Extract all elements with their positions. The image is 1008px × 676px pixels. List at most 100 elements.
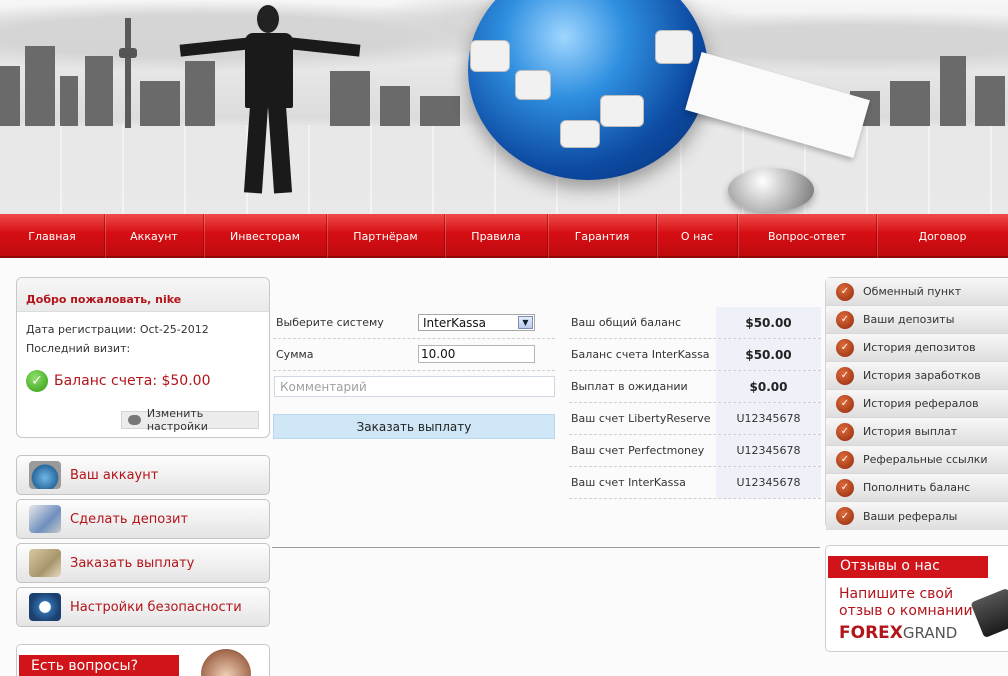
reviews-line-2: отзыв о комнании <box>839 603 973 619</box>
right-menu-label: Ваши рефералы <box>863 509 958 523</box>
right-menu-item-referrals[interactable]: ✓ Ваши рефералы <box>826 502 1008 530</box>
puzzle-piece <box>560 120 600 148</box>
chevron-down-icon: ▼ <box>518 316 533 329</box>
businessman-figure <box>179 5 361 195</box>
check-icon: ✓ <box>836 450 854 469</box>
nav-item-partners[interactable]: Партнёрам <box>327 214 445 258</box>
city-building <box>140 81 180 126</box>
tv-tower <box>119 18 137 128</box>
right-menu-item-earnings-history[interactable]: ✓ История заработков <box>826 362 1008 390</box>
nav-item-about[interactable]: О нас <box>657 214 738 258</box>
check-icon: ✓ <box>836 338 854 357</box>
city-building <box>25 46 55 126</box>
check-icon: ✓ <box>836 310 854 329</box>
city-building <box>380 86 410 126</box>
stat-row: Ваш счет LibertyReserve U12345678 <box>569 403 821 435</box>
right-menu-label: История заработков <box>863 369 981 382</box>
check-icon: ✓ <box>836 366 854 385</box>
comment-input[interactable]: Комментарий <box>274 376 555 397</box>
puzzle-piece <box>600 95 644 127</box>
change-settings-button[interactable]: Изменить настройки <box>121 407 259 433</box>
right-menu-item-deposit-history[interactable]: ✓ История депозитов <box>826 334 1008 362</box>
system-select-value: InterKassa <box>423 316 487 330</box>
security-settings-button[interactable]: Настройки безопасности <box>16 587 270 627</box>
city-building <box>85 56 113 126</box>
nav-item-contract[interactable]: Договор <box>877 214 1008 258</box>
check-icon: ✓ <box>26 370 48 392</box>
city-building <box>60 76 78 126</box>
system-select[interactable]: InterKassa ▼ <box>418 314 535 331</box>
stat-label: Выплат в ожидании <box>571 380 688 393</box>
nav-item-account[interactable]: Аккаунт <box>105 214 204 258</box>
house-icon <box>29 461 61 489</box>
check-icon: ✓ <box>836 282 854 301</box>
nav-item-rules[interactable]: Правила <box>445 214 548 258</box>
last-visit: Последний визит: <box>26 342 131 355</box>
questions-tag: Есть вопросы? <box>19 655 179 676</box>
city-building <box>940 56 966 126</box>
toggle-icon <box>128 415 141 425</box>
right-menu-label: История рефералов <box>863 397 979 410</box>
stat-label: Ваш счет LibertyReserve <box>571 412 711 425</box>
right-menu-label: История депозитов <box>863 341 976 354</box>
make-deposit-label: Сделать депозит <box>70 511 189 527</box>
right-menu-item-exchange[interactable]: ✓ Обменный пункт <box>826 278 1008 306</box>
sum-input[interactable]: 10.00 <box>418 345 535 363</box>
right-menu: ✓ Обменный пункт ✓ Ваши депозиты ✓ Истор… <box>825 277 1008 530</box>
welcome-panel: Добро пожаловать, nike Дата регистрации:… <box>16 277 270 438</box>
stat-value: $0.00 <box>716 371 821 402</box>
security-settings-label: Настройки безопасности <box>70 599 242 615</box>
make-deposit-button[interactable]: Сделать депозит <box>16 499 270 539</box>
stat-row: Ваш счет Perfectmoney U12345678 <box>569 435 821 467</box>
check-icon: ✓ <box>836 394 854 413</box>
stat-value: $50.00 <box>716 339 821 370</box>
stat-row: Баланс счета InterKassa $50.00 <box>569 339 821 371</box>
forex-grand-logo: FOREXGRAND <box>839 623 957 643</box>
nav-item-faq[interactable]: Вопрос-ответ <box>738 214 877 258</box>
sum-label: Сумма <box>276 348 314 361</box>
check-icon: ✓ <box>836 507 854 525</box>
city-building <box>185 61 215 126</box>
stat-label: Баланс счета InterKassa <box>571 348 710 361</box>
stat-value: U12345678 <box>716 467 821 498</box>
right-menu-item-referral-history[interactable]: ✓ История рефералов <box>826 390 1008 418</box>
nav-item-home[interactable]: Главная <box>0 214 105 258</box>
nav-item-guarantee[interactable]: Гарантия <box>548 214 657 258</box>
stat-value: $50.00 <box>716 307 821 338</box>
questions-banner[interactable]: Есть вопросы? <box>16 644 270 676</box>
right-menu-item-referral-links[interactable]: ✓ Реферальные ссылки <box>826 446 1008 474</box>
your-account-button[interactable]: Ваш аккаунт <box>16 455 270 495</box>
right-menu-label: Обменный пункт <box>863 285 962 298</box>
logo-light: GRAND <box>902 624 958 642</box>
right-menu-item-top-up[interactable]: ✓ Пополнить баланс <box>826 474 1008 502</box>
right-menu-item-deposits[interactable]: ✓ Ваши депозиты <box>826 306 1008 334</box>
check-icon: ✓ <box>836 422 854 441</box>
computer-mouse <box>728 168 814 212</box>
puzzle-piece <box>515 70 551 100</box>
main-nav: Главная Аккаунт Инвесторам Партнёрам Пра… <box>0 214 1008 258</box>
puzzle-piece <box>655 30 693 64</box>
gear-icon <box>29 593 61 621</box>
reviews-tag: Отзывы о нас <box>828 556 988 578</box>
reviews-banner[interactable]: Отзывы о нас Напишите свой отзыв о комна… <box>825 545 1008 652</box>
right-menu-label: История выплат <box>863 425 958 438</box>
balance-text: Баланс счета: $50.00 <box>54 373 211 389</box>
reviews-text: Напишите свой отзыв о комнании <box>839 586 973 620</box>
phone-icon <box>970 587 1008 639</box>
right-menu-label: Пополнить баланс <box>863 481 971 494</box>
order-payout-button[interactable]: Заказать выплату <box>16 543 270 583</box>
reviews-line-1: Напишите свой <box>839 586 954 602</box>
city-building <box>0 66 20 126</box>
submit-payout-button[interactable]: Заказать выплату <box>273 414 555 439</box>
stat-label: Ваш счет Perfectmoney <box>571 444 705 457</box>
nav-item-investors[interactable]: Инвесторам <box>204 214 327 258</box>
city-building <box>975 76 1005 126</box>
support-agent-avatar <box>201 649 251 676</box>
your-account-label: Ваш аккаунт <box>70 467 159 483</box>
right-menu-label: Реферальные ссылки <box>863 453 988 466</box>
system-label: Выберите систему <box>276 316 384 329</box>
right-menu-item-payout-history[interactable]: ✓ История выплат <box>826 418 1008 446</box>
content-divider <box>272 547 820 548</box>
stat-value: U12345678 <box>716 435 821 466</box>
check-icon: ✓ <box>836 478 854 497</box>
